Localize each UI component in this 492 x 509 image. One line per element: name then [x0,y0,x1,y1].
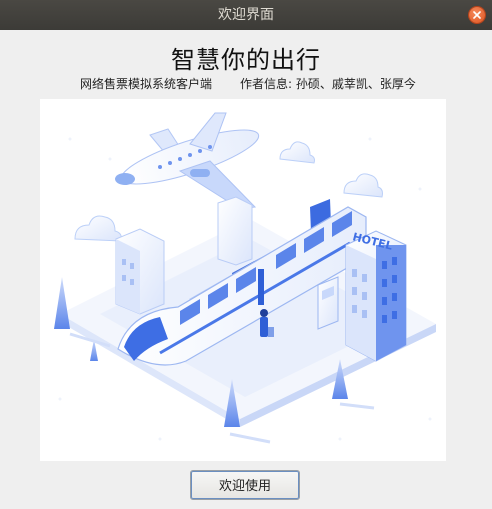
page-title: 智慧你的出行 [171,46,321,74]
title-bar[interactable]: 欢迎界面 [0,0,492,30]
info-board [317,276,339,330]
close-button[interactable] [469,7,485,23]
welcome-window: 欢迎界面 智慧你的出行 网络售票模拟系统客户端 作者信息: 孙硕、戚莘凯、张厚今 [0,0,492,509]
hotel-building: HOTEL [345,230,407,362]
train-station-illustration: HOTEL [40,99,446,461]
close-icon [473,11,481,19]
client-name-label: 网络售票模拟系统客户端 [80,77,213,91]
left-building [115,228,165,315]
authors-label: 作者信息: 孙硕、戚莘凯、张厚今 [240,77,416,91]
welcome-button[interactable]: 欢迎使用 [190,470,300,500]
center-building [217,196,253,266]
window-title: 欢迎界面 [218,7,274,23]
airplane-icon [115,112,260,210]
